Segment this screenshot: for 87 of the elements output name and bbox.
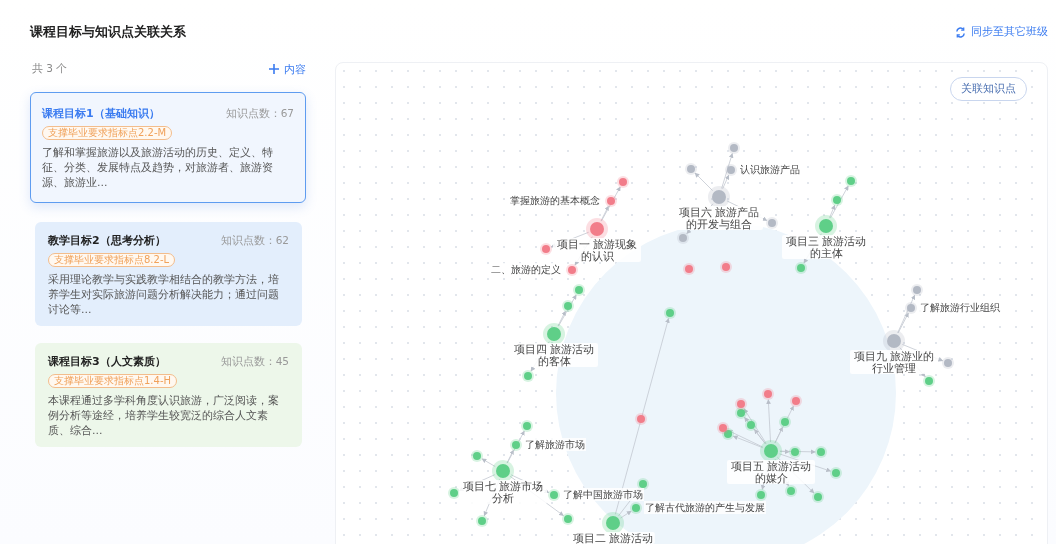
plus-icon <box>269 64 279 74</box>
knowledge-node[interactable] <box>637 415 645 423</box>
project-node[interactable] <box>496 464 510 478</box>
node-label: 二、旅游的定义 <box>490 263 562 276</box>
goal-title: 教学目标2（思考分析） <box>48 233 166 248</box>
knowledge-node[interactable] <box>791 448 799 456</box>
page-title: 课程目标与知识点关联关系 <box>30 23 186 41</box>
knowledge-node[interactable] <box>944 359 952 367</box>
requirement-tag: 支撑毕业要求指标点1.4-H <box>48 374 178 388</box>
project-node[interactable] <box>887 334 901 348</box>
knowledge-node[interactable] <box>757 491 765 499</box>
knowledge-node[interactable] <box>722 263 730 271</box>
node-label: 认识旅游产品 <box>739 163 801 176</box>
knowledge-node[interactable] <box>685 265 693 273</box>
knowledge-node[interactable] <box>687 165 695 173</box>
knowledge-node[interactable] <box>550 491 558 499</box>
goal-description: 采用理论教学与实践教学相结合的教学方法，培养学生对实际旅游问题分析解决能力；通过问题讨论等… <box>48 272 280 317</box>
project-node[interactable] <box>606 516 620 530</box>
node-label: 了解中国旅游市场 <box>562 488 644 501</box>
knowledge-node[interactable] <box>607 197 615 205</box>
project-label: 项目一 旅游现象的认识 <box>553 238 641 262</box>
knowledge-node[interactable] <box>792 397 800 405</box>
knowledge-node[interactable] <box>639 480 647 488</box>
knowledge-node[interactable] <box>913 286 921 294</box>
knowledge-node[interactable] <box>768 219 776 227</box>
project-node[interactable] <box>590 222 604 236</box>
knowledge-count: 知识点数：45 <box>220 354 289 369</box>
knowledge-count: 知识点数：62 <box>220 233 289 248</box>
knowledge-count: 知识点数：67 <box>225 106 294 121</box>
knowledge-node[interactable] <box>512 441 520 449</box>
node-label: 了解古代旅游的产生与发展 <box>644 501 766 514</box>
knowledge-node[interactable] <box>542 245 550 253</box>
knowledge-node[interactable] <box>523 422 531 430</box>
knowledge-node[interactable] <box>817 448 825 456</box>
project-label: 项目七 旅游市场分析 <box>459 480 547 504</box>
knowledge-node[interactable] <box>925 377 933 385</box>
knowledge-node[interactable] <box>797 264 805 272</box>
project-label: 项目九 旅游业的行业管理 <box>850 350 938 374</box>
knowledge-node[interactable] <box>737 409 745 417</box>
knowledge-node[interactable] <box>564 515 572 523</box>
knowledge-node[interactable] <box>787 487 795 495</box>
knowledge-node[interactable] <box>833 196 841 204</box>
goal-title: 课程目标3（人文素质） <box>48 354 166 369</box>
node-label: 了解旅游市场 <box>524 438 586 451</box>
knowledge-node[interactable] <box>724 430 732 438</box>
project-node[interactable] <box>547 327 561 341</box>
knowledge-node[interactable] <box>575 286 583 294</box>
knowledge-node[interactable] <box>619 178 627 186</box>
knowledge-node[interactable] <box>737 400 745 408</box>
goal-card[interactable]: 课程目标1（基础知识） 知识点数：67 支撑毕业要求指标点2.2-M 了解和掌握旅游以及旅游活动的历史、定义、特征、分类、发展特点及趋势，对旅游者、旅游资源、旅游业… <box>30 92 306 203</box>
add-content-button[interactable]: 内容 <box>269 61 306 77</box>
sync-link[interactable]: 同步至其它班级 <box>955 25 1048 39</box>
knowledge-node[interactable] <box>832 469 840 477</box>
goal-description: 本课程通过多学科角度认识旅游，广泛阅读，案例分析等途经，培养学生较宽泛的综合人文素质、综合… <box>48 393 280 438</box>
goal-card[interactable]: 教学目标2（思考分析） 知识点数：62 支撑毕业要求指标点8.2-L 采用理论教学与实践教学相结合的教学方法，培养学生对实际旅游问题分析解决能力；通过问题讨论等… <box>35 222 302 326</box>
knowledge-node[interactable] <box>679 234 687 242</box>
knowledge-node[interactable] <box>730 144 738 152</box>
knowledge-node[interactable] <box>781 418 789 426</box>
requirement-tag: 支撑毕业要求指标点2.2-M <box>42 126 173 140</box>
goal-description: 了解和掌握旅游以及旅游活动的历史、定义、特征、分类、发展特点及趋势，对旅游者、旅游资源、旅游业… <box>42 145 274 190</box>
project-node[interactable] <box>712 190 726 204</box>
goal-title: 课程目标1（基础知识） <box>42 106 160 121</box>
knowledge-node[interactable] <box>727 166 735 174</box>
goal-count: 共 3 个 <box>32 62 68 76</box>
knowledge-node[interactable] <box>764 390 772 398</box>
goal-card[interactable]: 课程目标3（人文素质） 知识点数：45 支撑毕业要求指标点1.4-H 本课程通过多学科角度认识旅游，广泛阅读，案例分析等途经，培养学生较宽泛的综合人文素质、综合… <box>35 343 302 447</box>
knowledge-node[interactable] <box>814 493 822 501</box>
knowledge-node[interactable] <box>666 309 674 317</box>
knowledge-node[interactable] <box>632 504 640 512</box>
node-label: 掌握旅游的基本概念 <box>509 194 601 207</box>
project-node[interactable] <box>819 219 833 233</box>
knowledge-node[interactable] <box>478 517 486 525</box>
knowledge-node[interactable] <box>473 452 481 460</box>
project-label: 项目二 旅游活动 <box>570 532 656 544</box>
requirement-tag: 支撑毕业要求指标点8.2-L <box>48 253 176 267</box>
knowledge-node[interactable] <box>847 177 855 185</box>
knowledge-node[interactable] <box>450 489 458 497</box>
knowledge-node[interactable] <box>524 372 532 380</box>
node-label: 了解旅游行业组织 <box>919 301 1001 314</box>
knowledge-node[interactable] <box>719 424 727 432</box>
link-knowledge-button[interactable]: 关联知识点 <box>950 77 1027 101</box>
project-label: 项目五 旅游活动的媒介 <box>727 460 815 484</box>
knowledge-node[interactable] <box>747 421 755 429</box>
knowledge-node[interactable] <box>564 302 572 310</box>
knowledge-node[interactable] <box>907 304 915 312</box>
sync-icon <box>955 26 966 38</box>
knowledge-node[interactable] <box>568 266 576 274</box>
